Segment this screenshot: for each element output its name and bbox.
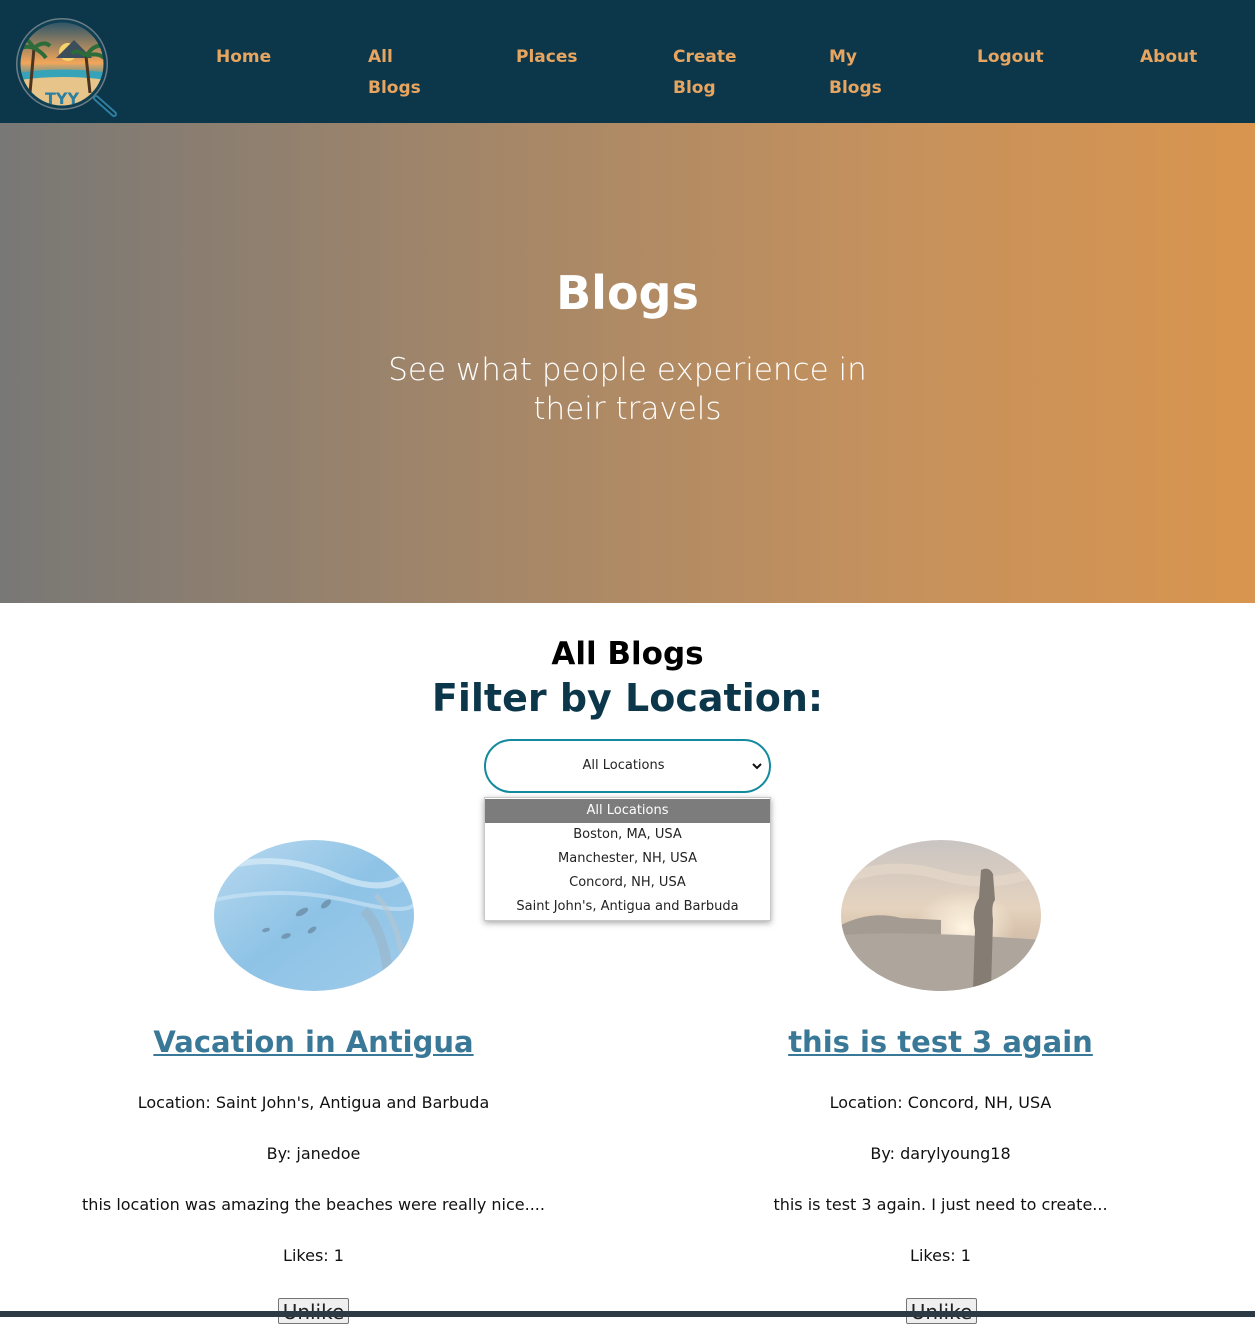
nav-link-create-blog[interactable]: Create Blog xyxy=(673,42,737,104)
blog-likes: Likes: 1 xyxy=(283,1246,344,1265)
nav-link-label: My xyxy=(829,47,857,67)
nav-link-label: Logout xyxy=(977,47,1044,67)
hero-banner: Blogs See what people experience in thei… xyxy=(0,123,1255,603)
nav-link-my-blogs[interactable]: My Blogs xyxy=(829,42,882,104)
nav-link-label: Create xyxy=(673,47,737,67)
travel-logo-icon[interactable]: TYY xyxy=(16,18,120,118)
blog-title-link[interactable]: this is test 3 again xyxy=(627,1022,1254,1062)
location-option-manchester[interactable]: Manchester, NH, USA xyxy=(485,847,770,871)
nav-link-label: Home xyxy=(216,47,272,67)
blog-title-link[interactable]: Vacation in Antigua xyxy=(0,1022,627,1062)
nav-link-all-blogs[interactable]: All Blogs xyxy=(368,42,421,104)
location-option-boston[interactable]: Boston, MA, USA xyxy=(485,823,770,847)
blog-image-underwater xyxy=(214,840,414,991)
location-option-saint-johns[interactable]: Saint John's, Antigua and Barbuda xyxy=(485,895,770,919)
section-title: All Blogs xyxy=(551,636,704,672)
location-option-concord[interactable]: Concord, NH, USA xyxy=(485,871,770,895)
chevron-down-icon xyxy=(752,763,762,770)
location-filter-select[interactable]: All Locations xyxy=(484,739,771,793)
location-filter-value: All Locations xyxy=(582,758,665,773)
blog-excerpt: this location was amazing the beaches we… xyxy=(82,1195,545,1214)
bottom-edge-bar xyxy=(0,1311,1255,1317)
top-navbar: TYY Home All Blogs Places Create Blog My… xyxy=(0,0,1255,123)
location-option-all[interactable]: All Locations xyxy=(485,799,770,823)
nav-link-label: Places xyxy=(516,47,578,67)
blog-author: By: darylyoung18 xyxy=(870,1144,1011,1163)
nav-link-label: Blog xyxy=(673,78,716,98)
blog-likes: Likes: 1 xyxy=(910,1246,971,1265)
hero-title: Blogs xyxy=(556,266,699,320)
nav-link-label: All xyxy=(368,47,393,67)
nav-link-label: About xyxy=(1140,47,1198,67)
nav-link-home[interactable]: Home xyxy=(216,42,271,73)
location-filter-dropdown: All Locations Boston, MA, USA Manchester… xyxy=(484,797,771,921)
nav-link-label: Blogs xyxy=(368,78,421,98)
nav-link-logout[interactable]: Logout xyxy=(977,42,1044,73)
nav-link-places[interactable]: Places xyxy=(516,42,577,73)
blog-excerpt: this is test 3 again. I just need to cre… xyxy=(773,1195,1108,1214)
blog-author: By: janedoe xyxy=(266,1144,361,1163)
filter-title: Filter by Location: xyxy=(431,676,824,720)
blog-location: Location: Saint John's, Antigua and Barb… xyxy=(137,1093,490,1112)
nav-link-about[interactable]: About xyxy=(1140,42,1197,73)
nav-link-label: Blogs xyxy=(829,78,882,98)
blog-location: Location: Concord, NH, USA xyxy=(829,1093,1052,1112)
hero-subtitle: See what people experience in their trav… xyxy=(388,352,867,427)
blog-image-sunset-statue xyxy=(841,840,1041,991)
